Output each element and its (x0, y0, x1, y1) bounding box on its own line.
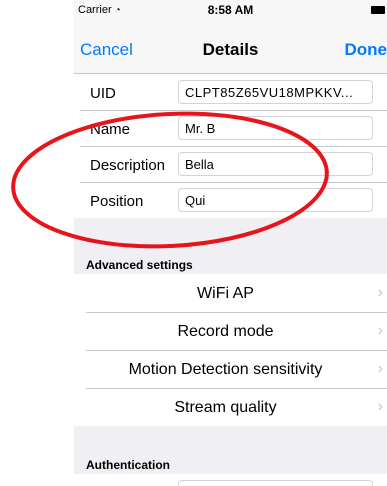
section-title-advanced: Advanced settings (86, 258, 193, 272)
section-header-advanced: Advanced settings (74, 256, 387, 274)
chevron-right-icon: › (377, 360, 383, 377)
description-label: Description (90, 157, 166, 174)
phone-screen: Carrier ◔ 8:58 AM Cancel Details Done UID… (74, 0, 387, 486)
settings-item-record-mode[interactable]: Record mode › (74, 312, 387, 350)
uid-label: UID (90, 85, 116, 102)
section-header-authentication: Authentication (74, 456, 387, 474)
battery-icon (371, 6, 385, 14)
status-time: 8:58 AM (207, 3, 254, 17)
settings-item-label: Record mode (177, 323, 274, 340)
settings-item-motion-detection[interactable]: Motion Detection sensitivity › (74, 350, 387, 388)
settings-item-label: Stream quality (174, 399, 277, 416)
section-title-authentication: Authentication (86, 458, 170, 472)
settings-item-stream-quality[interactable]: Stream quality › (74, 388, 387, 426)
status-bar: Carrier ◔ 8:58 AM (74, 0, 387, 20)
page-title: Details (202, 40, 259, 59)
description-field[interactable]: Bella (178, 152, 373, 176)
form-row-description: Description Bella (74, 146, 387, 182)
uid-field[interactable]: CLPT85Z65VU18MPKKV... (178, 80, 373, 104)
form-row-position: Position Qui (74, 182, 387, 218)
form-row-name: Name Mr. B (74, 110, 387, 146)
chevron-right-icon: › (377, 284, 383, 301)
name-field[interactable]: Mr. B (178, 116, 373, 140)
chevron-right-icon: › (377, 322, 383, 339)
form-row-uid: UID CLPT85Z65VU18MPKKV... (74, 74, 387, 110)
settings-item-wifi-ap[interactable]: WiFi AP › (74, 274, 387, 312)
settings-item-label: WiFi AP (197, 285, 254, 302)
navigation-bar: Cancel Details Done (74, 20, 387, 74)
settings-item-label: Motion Detection sensitivity (128, 361, 323, 378)
authentication-row (74, 474, 387, 486)
position-field[interactable]: Qui (178, 188, 373, 212)
chevron-right-icon: › (377, 398, 383, 415)
done-button[interactable]: Done (345, 40, 387, 60)
details-form: UID CLPT85Z65VU18MPKKV... Name Mr. B Des… (74, 74, 387, 218)
authentication-field[interactable] (178, 480, 373, 486)
position-label: Position (90, 193, 144, 210)
name-label: Name (90, 121, 131, 138)
advanced-settings-list: WiFi AP › Record mode › Motion Detection… (74, 274, 387, 426)
